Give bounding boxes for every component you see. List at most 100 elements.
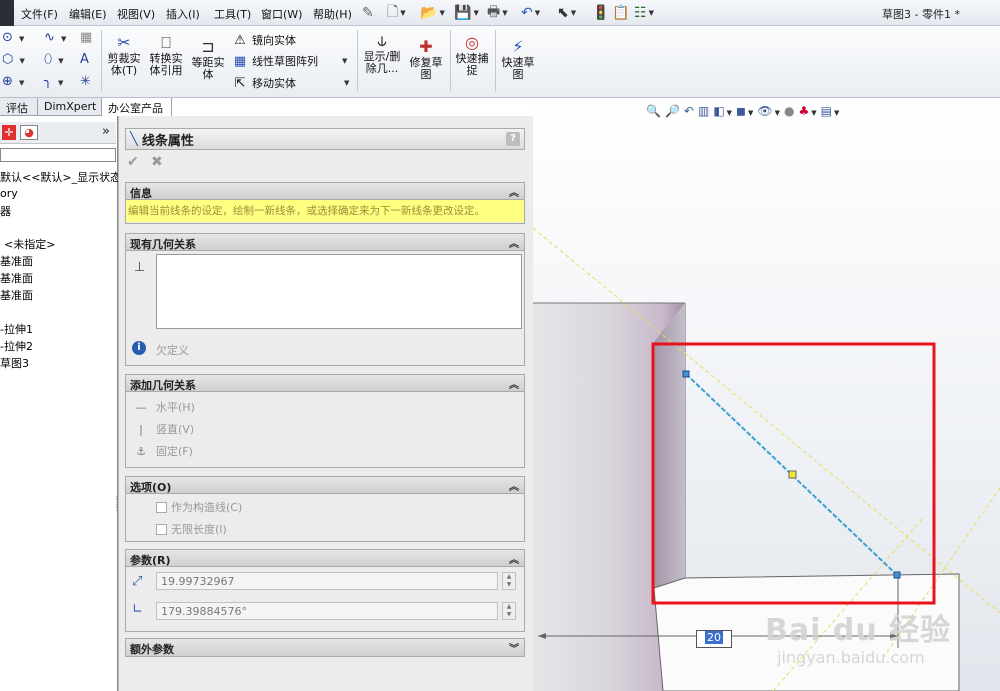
tree-item-history[interactable]: ory — [0, 187, 18, 200]
tree-item-front-plane[interactable]: 基准面 — [0, 253, 33, 269]
sketch-status-text: 欠定义 — [156, 344, 189, 357]
collapse-chevron-icon[interactable]: ︽ — [509, 478, 519, 493]
apply-scene-icon[interactable]: ♣ ▼ — [799, 104, 817, 118]
menu-window[interactable]: 窗口(W) — [261, 6, 302, 22]
parameters-title: 参数(R) — [130, 554, 171, 567]
ellipse-tool-icon[interactable]: ⬯ ▼ — [44, 52, 64, 67]
vertical-relation-button[interactable]: | 竖直(V) — [132, 421, 194, 437]
polygon-tool-icon[interactable]: ⬡ ▼ — [2, 52, 25, 67]
point-tool-icon[interactable]: ⊕ ▼ — [2, 74, 24, 89]
offset-entities-button[interactable]: ⊐ 等距实 体 — [188, 38, 228, 81]
convert-entities-button[interactable]: ⎕ 转换实 体引用 — [146, 34, 186, 77]
edit-appearance-icon[interactable]: ● — [784, 104, 794, 118]
display-delete-relations-button[interactable]: ⫝ 显示/删 除几... — [360, 32, 404, 75]
tree-item-sketch3[interactable]: 草图3 — [0, 355, 29, 371]
relations-listbox[interactable] — [156, 254, 522, 329]
plane-point-icon[interactable]: ✳ — [80, 74, 91, 89]
tree-item-right-plane[interactable]: 基准面 — [0, 287, 33, 303]
zoom-to-fit-icon[interactable]: 🔍 — [646, 104, 661, 118]
tab-evaluate[interactable]: 评估 — [0, 98, 38, 116]
dimension-value-box[interactable]: 20 — [696, 630, 732, 648]
sketch-fillet-icon[interactable]: ▦ — [80, 30, 92, 45]
angle-field[interactable]: 179.39884576° — [156, 602, 498, 620]
expand-chevron-icon[interactable]: ︾ — [509, 640, 519, 655]
config-manager-icon[interactable]: ✛ — [2, 125, 16, 140]
tree-item-extrude2[interactable]: -拉伸2 — [0, 338, 33, 354]
dimension-value[interactable]: 20 — [705, 631, 723, 644]
menu-tools[interactable]: 工具(T) — [214, 6, 251, 22]
angle-spinner[interactable]: ▲ ▼ — [502, 602, 516, 620]
display-manager-icon[interactable]: ◕ — [20, 125, 38, 140]
collapse-chevron-icon[interactable]: ︽ — [509, 235, 519, 250]
parameters-header[interactable]: 参数(R) ︽ — [126, 550, 524, 567]
fixed-anchor-icon: ⚓ — [136, 444, 146, 458]
display-style-icon[interactable]: ◼ ▼ — [736, 104, 753, 118]
existing-relations-group: 现有几何关系 ︽ ⊥ i 欠定义 — [125, 233, 525, 366]
menu-insert[interactable]: 插入(I) — [166, 6, 200, 22]
centerline-tool-icon[interactable]: ╮ ▼ — [44, 74, 63, 89]
add-relations-header[interactable]: 添加几何关系 ︽ — [126, 375, 524, 392]
info-header[interactable]: 信息 ︽ — [126, 183, 524, 200]
spline-tool-icon[interactable]: ∿ ▼ — [44, 30, 66, 45]
zoom-area-icon[interactable]: 🔎 — [665, 104, 680, 118]
cancel-x-icon[interactable]: ✖ — [151, 154, 163, 170]
mirror-entities-button[interactable]: ⚠ 镜向实体 — [232, 32, 296, 48]
expand-chevron-icon[interactable]: » — [102, 124, 110, 139]
extra-parameters-header[interactable]: 额外参数 ︾ — [126, 639, 524, 656]
length-spinner[interactable]: ▲ ▼ — [502, 572, 516, 590]
quick-snaps-button[interactable]: ◎ 快速捕 捉 — [452, 34, 492, 77]
repair-sketch-button[interactable]: ✚ 修复草 图 — [406, 38, 446, 81]
existing-relations-header[interactable]: 现有几何关系 ︽ — [126, 234, 524, 251]
tree-item-top-plane[interactable]: 基准面 — [0, 270, 33, 286]
menu-view[interactable]: 视图(V) — [117, 6, 155, 22]
options-header[interactable]: 选项(O) ︽ — [126, 477, 524, 494]
file-properties-icon[interactable]: 📋 — [612, 4, 629, 22]
length-field[interactable]: 19.99732967 — [156, 572, 498, 590]
line-end-point[interactable] — [893, 571, 901, 579]
line-midpoint[interactable] — [788, 470, 797, 479]
circle-tool-icon[interactable]: ⊙ ▼ — [2, 30, 24, 45]
open-folder-icon[interactable]: 📂 ▼ — [420, 4, 445, 22]
rapid-sketch-button[interactable]: ⚡ 快速草 图 — [498, 38, 538, 81]
tree-item-material[interactable]: <未指定> — [4, 236, 55, 252]
collapse-chevron-icon[interactable]: ︽ — [509, 184, 519, 199]
options-icon[interactable]: ☷ ▼ — [634, 4, 654, 22]
checkbox-box[interactable] — [156, 501, 167, 513]
help-button[interactable]: ? — [506, 132, 520, 146]
checkbox-box[interactable] — [156, 523, 167, 535]
previous-view-icon[interactable]: ↶ — [684, 104, 694, 118]
collapse-chevron-icon[interactable]: ︽ — [509, 551, 519, 566]
graphics-area[interactable]: 20 Bai du 经验 jingyan.baidu.com — [533, 98, 1000, 691]
feature-filter-input[interactable] — [0, 148, 116, 162]
section-view-icon[interactable]: ▥ — [698, 104, 709, 118]
menu-file[interactable]: 文件(F) — [21, 6, 58, 22]
ok-check-icon[interactable]: ✔ — [127, 154, 139, 170]
new-document-icon[interactable]: 🗋 ▼ — [387, 4, 406, 22]
text-tool-icon[interactable]: A — [80, 52, 89, 67]
rebuild-icon[interactable]: 🚦 — [592, 4, 609, 22]
tree-item-display-state[interactable]: 默认<<默认>_显示状态 — [0, 169, 121, 185]
tab-dimxpert[interactable]: DimXpert — [38, 98, 102, 116]
pin-icon[interactable]: ✎ — [362, 4, 374, 22]
undo-icon[interactable]: ↶ ▼ — [521, 4, 540, 22]
tab-office-products[interactable]: 办公室产品 — [102, 98, 172, 116]
menu-edit[interactable]: 编辑(E) — [69, 6, 107, 22]
horizontal-relation-button[interactable]: — 水平(H) — [132, 399, 195, 415]
move-entities-button[interactable]: ⇱ 移动实体 ▼ — [232, 75, 350, 91]
collapse-chevron-icon[interactable]: ︽ — [509, 376, 519, 391]
tree-item-extrude1[interactable]: -拉伸1 — [0, 321, 33, 337]
tree-item-sensors[interactable]: 器 — [0, 203, 11, 219]
trim-entities-button[interactable]: ✂ 剪裁实 体(T) — [104, 34, 144, 77]
print-icon[interactable]: 🖶 ▼ — [487, 4, 508, 22]
construction-checkbox[interactable]: 作为构造线(C) — [156, 499, 242, 515]
view-orientation-icon[interactable]: ◧ ▼ — [713, 104, 732, 118]
save-icon[interactable]: 💾 ▼ — [454, 4, 479, 22]
fixed-relation-button[interactable]: ⚓ 固定(F) — [132, 443, 193, 459]
hide-show-items-icon[interactable]: 👁 ▼ — [757, 104, 780, 118]
view-settings-icon[interactable]: ▤ ▼ — [821, 104, 840, 118]
infinite-length-checkbox[interactable]: 无限长度(I) — [156, 521, 227, 537]
linear-pattern-button[interactable]: ▦ 线性草图阵列 ▼ — [232, 53, 348, 69]
menu-help[interactable]: 帮助(H) — [313, 6, 352, 22]
select-cursor-icon[interactable]: ⬉ ▼ — [557, 4, 576, 22]
line-start-point[interactable] — [682, 370, 690, 378]
